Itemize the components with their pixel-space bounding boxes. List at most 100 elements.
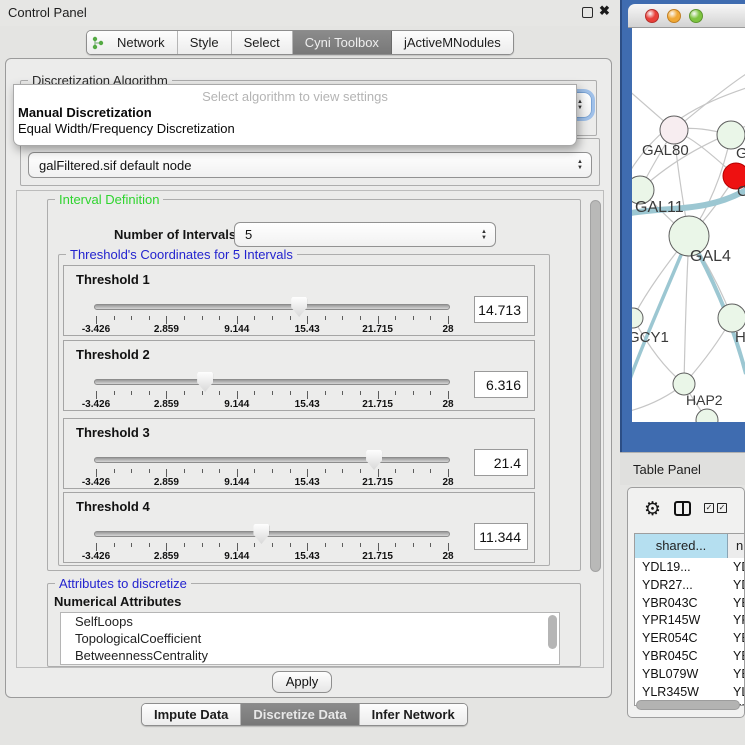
network-node-GAL80[interactable] (660, 116, 688, 144)
gear-icon[interactable]: ⚙ (644, 498, 661, 520)
slider-tick (202, 543, 203, 547)
slider-thumb[interactable] (253, 524, 269, 544)
tab-jactivemnodules[interactable]: jActiveMNodules (392, 31, 513, 54)
tab-impute-data[interactable]: Impute Data (142, 704, 241, 725)
float-window-icon[interactable] (582, 7, 593, 18)
number-of-intervals-combobox[interactable]: 5 ▲▼ (234, 222, 496, 247)
slider-tick (219, 469, 220, 473)
network-node-node-bottom[interactable] (696, 409, 718, 422)
slider-tick-label: 9.144 (224, 399, 249, 410)
algorithm-option[interactable]: Manual Discretization (18, 105, 152, 120)
slider-tick (342, 543, 343, 547)
horizontal-scrollbar-thumb[interactable] (636, 700, 740, 710)
cell-name: YBL0 (733, 667, 745, 681)
column-header-shared-name[interactable]: shared... (635, 534, 728, 558)
checkbox-icon[interactable]: ✓ (717, 503, 727, 513)
tab-label: Cyni Toolbox (297, 35, 387, 50)
close-icon[interactable]: ✖ (599, 3, 610, 19)
slider-tick (272, 469, 273, 473)
network-node-node-H[interactable] (718, 304, 745, 332)
cell-shared-name: YPR145W (642, 613, 700, 627)
tab-network[interactable]: Network (87, 31, 178, 54)
network-canvas[interactable]: GAL80GCGAL11GAL4GCY1HHAP2 (632, 28, 745, 422)
slider-tick (360, 391, 361, 395)
slider-thumb[interactable] (197, 372, 213, 392)
network-node-label: GAL80 (642, 142, 689, 159)
table-row[interactable]: YBR045CYBR0 (635, 649, 745, 667)
slider-tick (413, 391, 414, 395)
slider-tick-label: 9.144 (224, 551, 249, 562)
threshold-value-field[interactable]: 6.316 (474, 371, 528, 398)
slider-track[interactable] (94, 457, 450, 463)
tab-infer-network[interactable]: Infer Network (360, 704, 467, 725)
tab-style[interactable]: Style (178, 31, 232, 54)
network-node-label: H (735, 329, 745, 346)
cell-name: YER0 (733, 631, 745, 645)
slider-tick-label: -3.426 (82, 324, 110, 335)
tab-cyni-toolbox[interactable]: Cyni Toolbox (293, 31, 392, 54)
cell-name: YDL1 (733, 560, 745, 574)
slider-tick (149, 316, 150, 320)
slider-tick (219, 391, 220, 395)
vertical-scrollbar-thumb[interactable] (590, 200, 601, 572)
table-row[interactable]: YPR145WYPR1 (635, 613, 745, 631)
zoom-traffic-light[interactable] (689, 9, 703, 23)
network-node-label: GAL11 (635, 199, 684, 216)
slider-tick-label: 9.144 (224, 324, 249, 335)
cell-shared-name: YBR045C (642, 649, 698, 663)
apply-button[interactable]: Apply (272, 671, 332, 693)
table-row[interactable]: YBR043CYBR0 (635, 596, 745, 614)
slider-tick-label: 15.43 (295, 551, 320, 562)
table-data-combobox[interactable]: galFiltered.sif default node ▲▼ (28, 152, 592, 178)
slider-tick (272, 316, 273, 320)
minimize-traffic-light[interactable] (667, 9, 681, 23)
slider-track[interactable] (94, 304, 450, 310)
slider-thumb[interactable] (291, 297, 307, 317)
tab-discretize-data[interactable]: Discretize Data (241, 704, 359, 725)
columns-icon[interactable] (674, 501, 691, 516)
threshold-value-field[interactable]: 11.344 (474, 523, 528, 550)
slider-tick (342, 469, 343, 473)
slider-tick (395, 543, 396, 547)
attribute-list-item[interactable]: SelfLoops (61, 613, 559, 630)
numerical-attributes-list[interactable]: SelfLoopsTopologicalCoefficientBetweenne… (60, 612, 560, 665)
cell-shared-name: YLR345W (642, 685, 699, 699)
threshold-sliders-area: Threshold 1-3.4262.8599.14415.4321.71528… (59, 255, 549, 565)
network-node-GCY1[interactable] (632, 308, 643, 328)
slider-tick (360, 316, 361, 320)
slider-tick (184, 391, 185, 395)
table-row[interactable]: YDL19...YDL1 (635, 560, 745, 578)
slider-tick (149, 391, 150, 395)
attribute-list-item[interactable]: BetweennessCentrality (61, 647, 559, 664)
slider-tick-label: 2.859 (154, 477, 179, 488)
slider-track[interactable] (94, 379, 450, 385)
algorithm-option[interactable]: Equal Width/Frequency Discretization (18, 121, 235, 136)
network-window-titlebar[interactable] (628, 4, 745, 28)
checkbox-icon[interactable]: ✓ (704, 503, 714, 513)
attribute-list-item[interactable]: TopologicalCoefficient (61, 630, 559, 647)
slider-tick-label: 2.859 (154, 324, 179, 335)
numerical-attributes-label: Numerical Attributes (54, 594, 181, 609)
cell-name: YLR3 (733, 685, 745, 699)
threshold-value-field[interactable]: 14.713 (474, 296, 528, 323)
slider-tick (430, 316, 431, 320)
interval-definition-label: Interval Definition (55, 192, 163, 207)
slider-tick (395, 469, 396, 473)
slider-tick (413, 469, 414, 473)
threshold-value-field[interactable]: 21.4 (474, 449, 528, 476)
slider-tick (202, 316, 203, 320)
tab-label: Style (182, 35, 227, 50)
slider-tick (360, 543, 361, 547)
close-traffic-light[interactable] (645, 9, 659, 23)
table-row[interactable]: YDR27...YDR2 (635, 578, 745, 596)
column-header-name[interactable]: n (728, 534, 745, 558)
slider-track[interactable] (94, 531, 450, 537)
table-row[interactable]: YER054CYER0 (635, 631, 745, 649)
table-row[interactable]: YBL079W YBL0 (635, 667, 745, 685)
attributes-list-scrollbar[interactable] (548, 615, 557, 649)
node-attribute-table[interactable]: shared... n YDL19...YDL1YDR27...YDR2YBR0… (634, 533, 745, 706)
cell-shared-name: YBL079W (642, 667, 698, 681)
slider-thumb[interactable] (366, 450, 382, 470)
algorithm-hint-option[interactable]: Select algorithm to view settings (14, 89, 576, 104)
tab-select[interactable]: Select (232, 31, 293, 54)
